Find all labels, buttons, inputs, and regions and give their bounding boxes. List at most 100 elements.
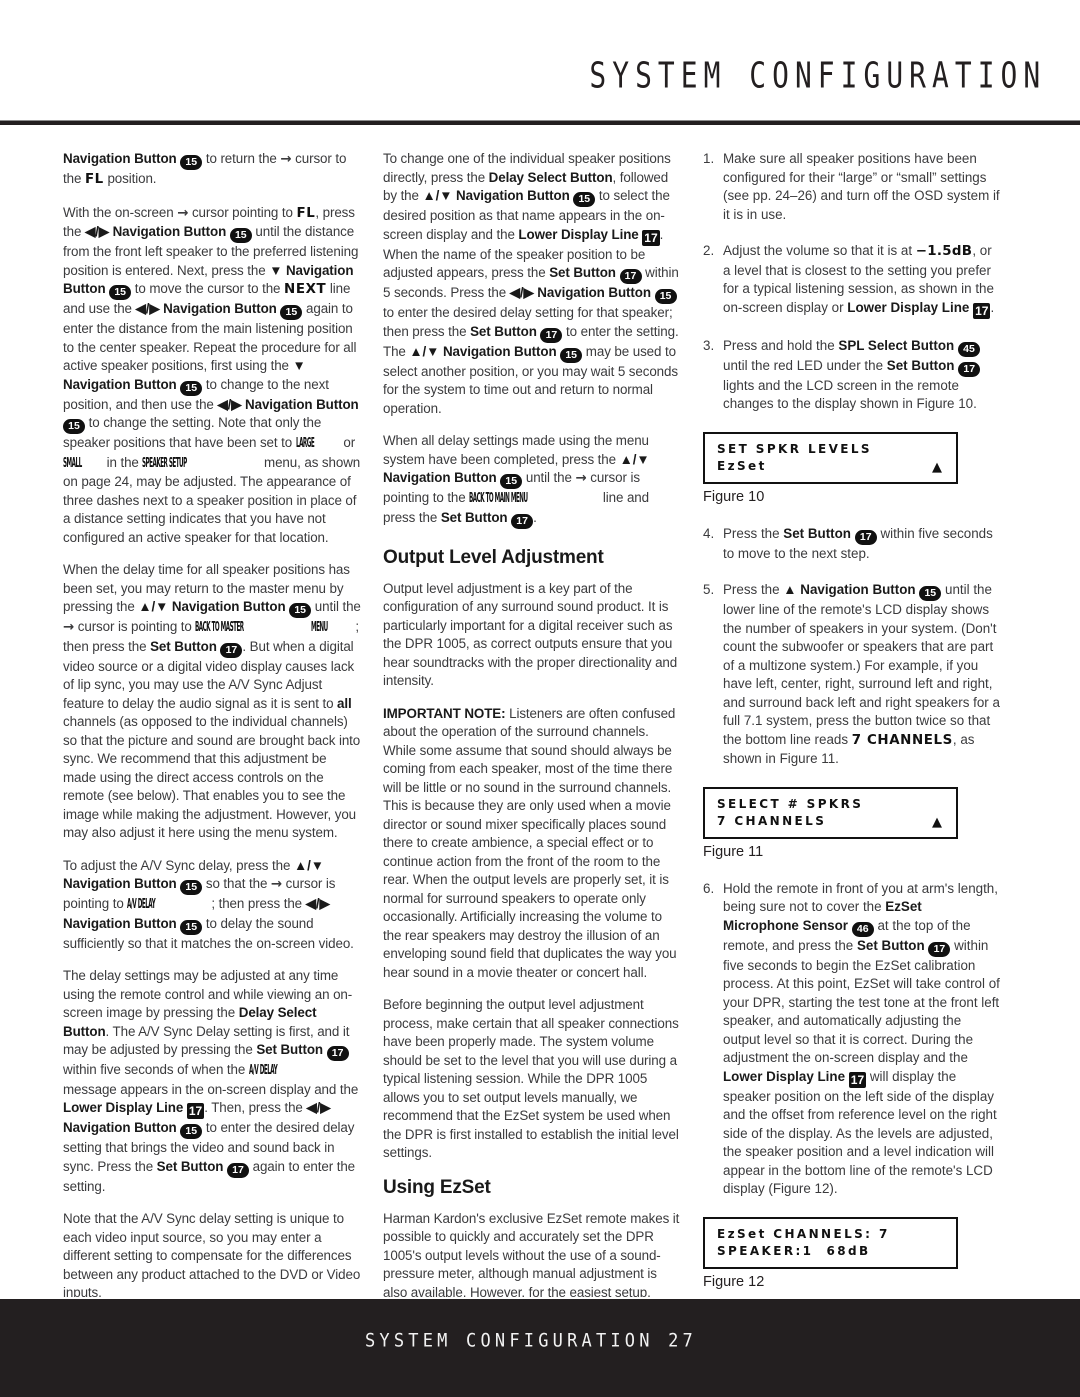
lower-display-line-label: Lower Display Line (63, 1100, 184, 1115)
osd-label-back-to-main-menu: BACK TO MAIN MENU (469, 491, 528, 506)
ref-badge-15: 15 (654, 289, 677, 304)
ref-badge-17: 17 (619, 269, 642, 284)
lower-display-line-label: Lower Display Line (518, 226, 639, 242)
paragraph: When all delay settings made using the m… (383, 433, 650, 529)
list-item-number: 2. (703, 243, 715, 258)
ref-badge-15: 15 (500, 474, 523, 489)
nav-button-label: ▲/▼ Navigation Button (138, 599, 286, 614)
ref-badge-17: 17 (326, 1046, 349, 1061)
set-button-label: Set Button (470, 323, 537, 339)
header-divider (0, 120, 1080, 125)
osd-label-7-channels: 7 CHANNELS (851, 732, 953, 748)
ref-badge-15: 15 (919, 586, 942, 601)
ref-badge-15: 15 (280, 305, 303, 320)
ref-badge-15: 15 (289, 603, 312, 618)
page-content: Navigation Button 15 to return the → cur… (63, 150, 1023, 1337)
page-footer: SYSTEM CONFIGURATION 27 (0, 1297, 1080, 1397)
paragraph: Before beginning the output level adjust… (383, 997, 679, 1160)
list-item: 1. Make sure all speaker positions have … (703, 150, 1001, 224)
set-button-label: Set Button (886, 357, 955, 373)
nav-button-label: ◀/▶ Navigation Button (509, 285, 651, 300)
figure-10: SET SPKR LEVELS EzSet ▲ Figure 10 (703, 431, 958, 505)
osd-label-small: SMALL (63, 455, 82, 471)
osd-label-fl: FL (84, 172, 104, 187)
column-2: To change one of the individual speaker … (383, 150, 681, 1337)
ref-badge-15: 15 (180, 1124, 203, 1139)
set-button-label: Set Button (783, 525, 851, 541)
lower-display-line-label: Lower Display Line (723, 1068, 846, 1084)
ref-badge-15: 15 (180, 880, 203, 895)
right-arrow-icon: → (270, 877, 283, 892)
figure-11: SELECT # SPKRS 7 CHANNELS ▲ Figure 11 (703, 786, 958, 860)
osd-label-next: NEXT (284, 282, 327, 297)
ref-badge-17: 17 (220, 642, 243, 658)
set-button-label: Set Button (150, 638, 217, 654)
list-item-number: 5. (703, 582, 715, 597)
list-item-text: Press the ▲ Navigation Button 15 until t… (723, 582, 1000, 766)
ref-badge-15: 15 (573, 192, 596, 207)
lcd-line-2: 7 CHANNELS (717, 813, 827, 828)
paragraph: Navigation Button 15 to return the → cur… (63, 151, 347, 187)
nav-button-label: ▲/▼ Navigation Button (409, 343, 557, 359)
list-item-text: Press the Set Button 17 within five seco… (723, 525, 993, 561)
paragraph: Output level adjustment is a key part of… (383, 580, 678, 689)
up-arrow-icon: ▲ (932, 459, 942, 475)
list-item-number: 6. (703, 880, 715, 896)
ref-badge-45: 45 (957, 341, 980, 357)
heading-output-level-adjustment: Output Level Adjustment (383, 546, 604, 568)
figure-caption: Figure 10 (703, 488, 765, 505)
ref-badge-17: 17 (928, 941, 951, 957)
lcd-line-2: SPEAKER:1 68dB (717, 1243, 871, 1258)
nav-button-label: ◀/▶ Navigation Button (84, 224, 227, 239)
figure-12: EzSet CHANNELS: 7 SPEAKER:1 68dB Figure … (703, 1216, 958, 1290)
osd-label-fl: FL (296, 205, 316, 221)
paragraph: With the on-screen → cursor pointing to … (63, 204, 361, 545)
osd-label-back-to-master: BACK TO MASTER (195, 620, 244, 635)
important-note-label: IMPORTANT NOTE: (383, 705, 506, 721)
column-1: Navigation Button 15 to return the → cur… (63, 150, 361, 1300)
ref-badge-15: 15 (180, 919, 203, 935)
nav-button-label: ▲ Navigation Button (783, 582, 916, 597)
list-item: 2. Adjust the volume so that it is at −1… (703, 242, 1001, 319)
ref-badge-15: 15 (109, 285, 132, 300)
lcd-line-1: EzSet CHANNELS: 7 (717, 1226, 890, 1241)
right-arrow-icon: → (280, 152, 292, 167)
lower-display-line-label: Lower Display Line (847, 299, 970, 315)
set-button-label: Set Button (856, 937, 925, 953)
ref-badge-17: 17 (958, 361, 981, 377)
list-item-text: Adjust the volume so that it is at −1.5d… (723, 243, 995, 319)
nav-button-label: ◀/▶ Navigation Button (135, 301, 277, 316)
figure-caption: Figure 12 (703, 1273, 765, 1290)
ref-badge-17: 17 (973, 302, 991, 319)
list-item-text: Hold the remote in front of you at arm's… (723, 880, 1000, 1197)
list-item-number: 1. (703, 151, 715, 166)
list-item: 3. Press and hold the SPL Select Button … (703, 337, 1001, 414)
osd-label-menu: MENU (311, 620, 329, 635)
ref-badge-15: 15 (180, 155, 203, 170)
right-arrow-icon: → (575, 471, 587, 486)
list-item-text: Make sure all speaker positions have bee… (723, 151, 1000, 222)
nav-button-label: ◀/▶ Navigation Button (217, 396, 359, 412)
nav-button-label: ▲/▼ Navigation Button (422, 188, 570, 203)
list-item-number: 4. (703, 525, 715, 541)
paragraph: IMPORTANT NOTE: Listeners are often conf… (383, 705, 677, 980)
paragraph: To adjust the A/V Sync delay, press the … (63, 857, 354, 951)
ref-badge-17: 17 (226, 1162, 249, 1178)
up-arrow-icon: ▲ (932, 814, 942, 830)
lcd-line-2: EzSet (717, 458, 767, 473)
list-item: 6. Hold the remote in front of you at ar… (703, 880, 1001, 1199)
lcd-line-1: SELECT # SPKRS (717, 796, 864, 811)
heading-using-ezset: Using EzSet (383, 1176, 491, 1198)
list-item-text: Press and hold the SPL Select Button 45 … (723, 337, 1001, 414)
ref-badge-46: 46 (851, 921, 874, 937)
remote-lcd-display: SET SPKR LEVELS EzSet ▲ (703, 431, 958, 484)
remote-lcd-display: EzSet CHANNELS: 7 SPEAKER:1 68dB (703, 1216, 958, 1269)
list-item: 5. Press the ▲ Navigation Button 15 unti… (703, 581, 1001, 769)
ref-badge-15: 15 (180, 380, 203, 396)
ref-badge-15: 15 (63, 419, 85, 434)
paragraph: Note that the A/V Sync delay setting is … (63, 1211, 361, 1300)
ref-badge-17: 17 (854, 529, 877, 545)
right-arrow-icon: → (177, 205, 189, 221)
list-item-number: 3. (703, 337, 715, 353)
emphasis-all: all (337, 695, 352, 711)
